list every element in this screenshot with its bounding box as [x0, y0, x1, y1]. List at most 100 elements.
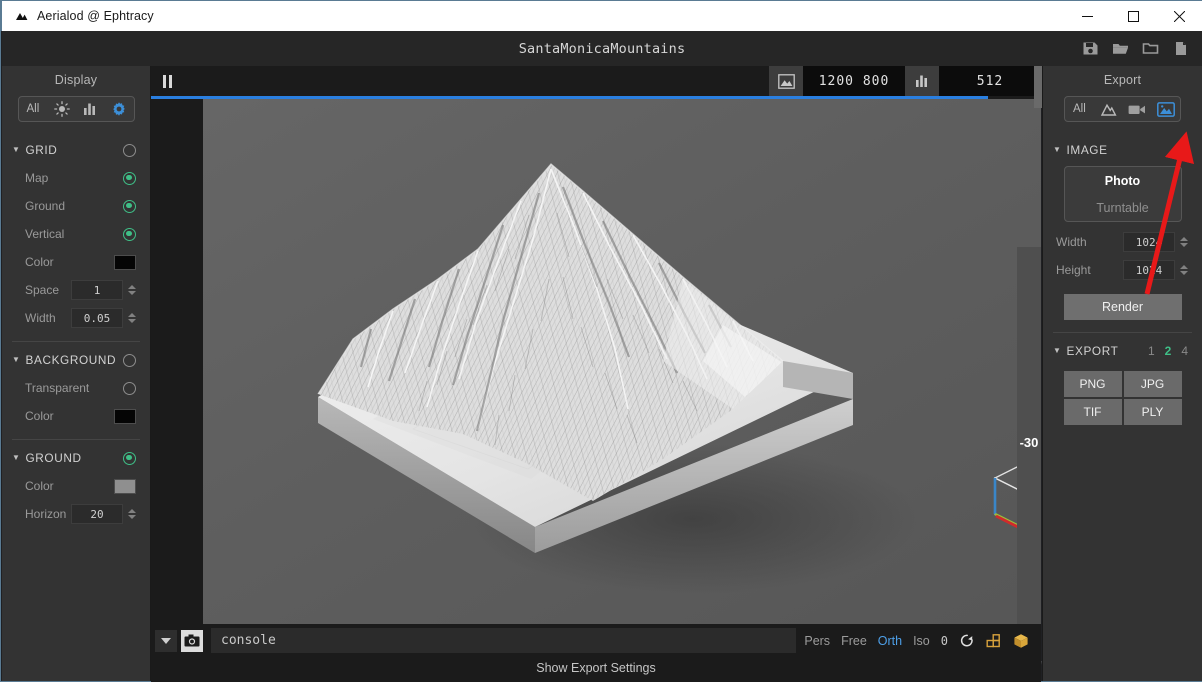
section-background-label: BACKGROUND [26, 353, 117, 367]
display-sidebar: Display All [2, 66, 151, 681]
grid-space-row: Space 1 [12, 276, 140, 304]
voxel-steps-icon[interactable] [986, 633, 1002, 649]
grid-space-label: Space [25, 283, 59, 297]
projection-iso[interactable]: Iso [913, 634, 930, 648]
open-folder-icon[interactable] [1112, 40, 1129, 57]
image-width-stepper[interactable] [1178, 237, 1190, 247]
export-format-jpg[interactable]: JPG [1124, 371, 1182, 397]
new-file-icon[interactable] [1172, 40, 1189, 57]
folder-icon[interactable] [1142, 40, 1159, 57]
image-height-label: Height [1056, 263, 1091, 277]
projection-orth[interactable]: Orth [878, 634, 902, 648]
ground-color-swatch[interactable] [114, 479, 136, 494]
ground-horizon-stepper[interactable] [126, 509, 138, 519]
bg-transparent-row: Transparent [12, 374, 140, 402]
grid-vertical-label: Vertical [25, 227, 64, 241]
show-export-settings-button[interactable]: Show Export Settings [151, 657, 1041, 679]
vertical-angle-slider[interactable]: -30 [1017, 247, 1041, 637]
section-export-header[interactable]: ▼ EXPORT 1 2 4 [1053, 337, 1192, 365]
bg-color-swatch[interactable] [114, 409, 136, 424]
render-viewport[interactable]: -30 -45 [151, 99, 1041, 664]
section-background: ▼ BACKGROUND Transparent Color [2, 346, 150, 430]
display-tab-all[interactable]: All [20, 98, 46, 120]
panel-scrollbar[interactable] [1034, 66, 1042, 108]
pause-icon[interactable] [151, 66, 183, 96]
minimize-icon[interactable] [1064, 1, 1110, 32]
image-icon[interactable] [769, 66, 803, 96]
bar-chart-icon[interactable] [905, 66, 939, 96]
grid-vertical-row: Vertical [12, 220, 140, 248]
mountain-triangle-icon [13, 8, 29, 24]
save-icon[interactable] [1082, 40, 1099, 57]
image-width-row: Width 1024 [1053, 228, 1192, 256]
section-background-header[interactable]: ▼ BACKGROUND [12, 346, 140, 374]
caret-down-icon: ▼ [1053, 347, 1062, 355]
bg-transparent-radio[interactable] [123, 382, 136, 395]
viewport-left-gutter [151, 99, 203, 664]
export-scale-2[interactable]: 2 [1165, 344, 1172, 358]
grid-color-swatch[interactable] [114, 255, 136, 270]
grid-vertical-radio[interactable] [123, 228, 136, 241]
samples-input[interactable]: 512 [939, 66, 1041, 96]
video-camera-icon[interactable] [1124, 98, 1150, 120]
console-input[interactable]: console [211, 628, 796, 653]
export-format-png[interactable]: PNG [1064, 371, 1122, 397]
export-tab-all[interactable]: All [1066, 98, 1092, 120]
grid-ground-radio[interactable] [123, 200, 136, 213]
gear-icon[interactable] [106, 98, 132, 120]
image-mode-photo[interactable]: Photo [1065, 167, 1181, 194]
image-width-input[interactable]: 1024 [1123, 232, 1175, 252]
center-area: 1200 800 512 [151, 66, 1041, 681]
section-grid-header[interactable]: ▼ GRID [12, 136, 140, 164]
section-image: ▼ IMAGE Photo Turntable Width 1024 Heigh… [1043, 136, 1202, 320]
image-icon[interactable] [1153, 98, 1179, 120]
image-width-label: Width [1056, 235, 1087, 249]
render-button[interactable]: Render [1064, 294, 1182, 320]
grid-space-stepper[interactable] [126, 285, 138, 295]
section-ground-header[interactable]: ▼ GROUND [12, 444, 140, 472]
camera-icon[interactable] [181, 630, 203, 652]
angle-input[interactable]: 0 [941, 634, 948, 648]
image-height-input[interactable]: 1024 [1123, 260, 1175, 280]
window-controls [1064, 1, 1202, 32]
rotate-icon[interactable] [959, 633, 975, 649]
app-window: Aerialod @ Ephtracy SantaMonicaMountains [0, 0, 1202, 682]
bottom-bar: console Pers Free Orth Iso 0 [151, 624, 1041, 682]
section-ground-toggle[interactable] [123, 452, 136, 465]
resolution-input[interactable]: 1200 800 [803, 66, 905, 96]
section-image-header[interactable]: ▼ IMAGE [1053, 136, 1192, 164]
ground-horizon-label: Horizon [25, 507, 66, 521]
document-title: SantaMonicaMountains [2, 41, 1202, 57]
image-mode-turntable[interactable]: Turntable [1065, 194, 1181, 221]
projection-pers[interactable]: Pers [804, 634, 830, 648]
header-icon-group [1082, 40, 1202, 57]
sidebar-divider-1 [12, 341, 140, 342]
grid-map-radio[interactable] [123, 172, 136, 185]
grid-width-input[interactable]: 0.05 [71, 308, 123, 328]
grid-ground-label: Ground [25, 199, 65, 213]
mountain-icon[interactable] [1095, 98, 1121, 120]
export-scale-4[interactable]: 4 [1181, 344, 1188, 358]
grid-space-input[interactable]: 1 [71, 280, 123, 300]
cube-icon[interactable] [1013, 633, 1029, 649]
section-grid-toggle[interactable] [123, 144, 136, 157]
grid-map-label: Map [25, 171, 48, 185]
sun-icon[interactable] [49, 98, 75, 120]
projection-free[interactable]: Free [841, 634, 867, 648]
export-format-ply[interactable]: PLY [1124, 399, 1182, 425]
viewport-canvas[interactable]: -30 [203, 99, 1041, 664]
bar-chart-icon[interactable] [77, 98, 103, 120]
export-scale-1[interactable]: 1 [1148, 344, 1155, 358]
section-grid: ▼ GRID Map Ground Vertical [2, 136, 150, 332]
display-tab-all-label: All [26, 103, 39, 115]
maximize-icon[interactable] [1110, 1, 1156, 32]
section-export-label: EXPORT [1067, 344, 1119, 358]
image-height-stepper[interactable] [1178, 265, 1190, 275]
export-format-tif[interactable]: TIF [1064, 399, 1122, 425]
section-background-toggle[interactable] [123, 354, 136, 367]
grid-width-stepper[interactable] [126, 313, 138, 323]
bg-transparent-label: Transparent [25, 381, 89, 395]
close-icon[interactable] [1156, 1, 1202, 32]
ground-horizon-input[interactable]: 20 [71, 504, 123, 524]
chevron-down-icon[interactable] [155, 630, 177, 652]
